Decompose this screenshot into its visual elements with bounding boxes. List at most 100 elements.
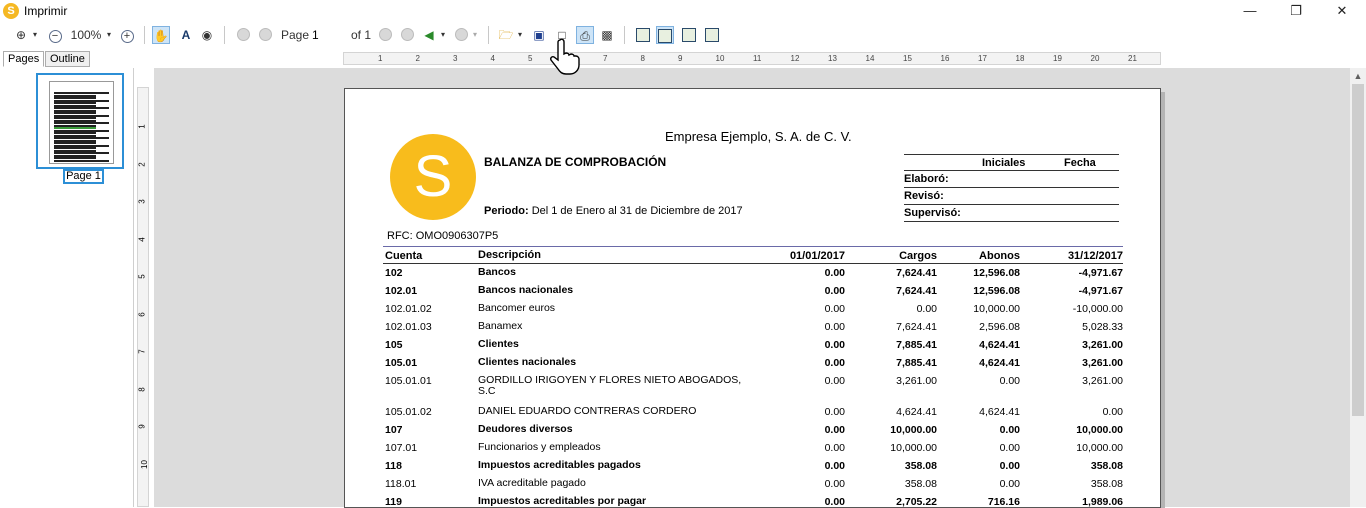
zoom-in-plus-icon[interactable]: + — [118, 26, 136, 44]
cell-cuenta: 118 — [385, 460, 402, 472]
cell-cargos: 7,624.41 — [896, 285, 937, 297]
cell-final-balance: 3,261.00 — [1082, 339, 1123, 351]
ruler-number: 6 — [137, 311, 147, 317]
ruler-number: 8 — [137, 386, 147, 392]
toolbar: ⊕ ▾ − 100% ▾ + ✋ A ◉ Page of 1 ◀ ▾ ▾ 🗁 ▾… — [0, 22, 1366, 48]
last-page-icon[interactable] — [398, 26, 416, 44]
signature-header-date: Fecha — [1064, 157, 1096, 169]
ruler-number: 19 — [1053, 54, 1062, 63]
hand-tool-icon[interactable]: ✋ — [152, 26, 170, 44]
cell-cuenta: 102 — [385, 267, 403, 279]
hand-cursor-icon — [550, 38, 580, 75]
ruler-number: 3 — [137, 199, 147, 204]
tab-outline[interactable]: Outline — [45, 51, 90, 67]
company-name: Empresa Ejemplo, S. A. de C. V. — [665, 129, 852, 144]
cell-abonos: 4,624.41 — [979, 339, 1020, 351]
scroll-thumb[interactable] — [1352, 84, 1364, 416]
go-back-icon[interactable]: ◀ — [420, 26, 438, 44]
go-forward-dropdown-icon[interactable]: ▾ — [470, 26, 480, 44]
signature-box: Iniciales Fecha Elaboró: Revisó: Supervi… — [904, 154, 1119, 222]
cell-initial-balance: 0.00 — [824, 303, 845, 315]
col-cuenta: Cuenta — [385, 250, 423, 262]
cell-final-balance: 0.00 — [1102, 406, 1123, 418]
cell-final-balance: 5,028.33 — [1082, 321, 1123, 333]
cell-initial-balance: 0.00 — [824, 478, 845, 490]
horizontal-ruler: 123456789101112131415161718192021 — [343, 52, 1161, 65]
find-binoculars-icon[interactable]: ◉ — [198, 26, 216, 44]
cell-cuenta: 105.01.02 — [385, 406, 432, 418]
ruler-number: 11 — [753, 54, 762, 63]
previous-page-icon[interactable] — [256, 26, 274, 44]
ruler-number: 2 — [137, 161, 147, 167]
cell-cargos: 7,885.41 — [896, 357, 937, 369]
cell-descripcion: Impuestos acreditables pagados — [478, 459, 641, 471]
ruler-number: 10 — [139, 459, 149, 469]
cell-abonos: 0.00 — [999, 460, 1020, 472]
cell-descripcion: GORDILLO IRIGOYEN Y FLORES NIETO ABOGADO… — [478, 374, 742, 397]
table-row: 102.01 Bancos nacionales 0.00 7,624.41 12,59… — [383, 282, 1123, 300]
single-page-view-icon[interactable] — [634, 26, 652, 44]
vertical-scrollbar[interactable]: ▲ — [1350, 68, 1366, 507]
cell-cargos: 7,624.41 — [896, 321, 937, 333]
next-page-icon[interactable] — [376, 26, 394, 44]
zoom-dropdown-arrow-icon[interactable]: ▾ — [30, 26, 40, 44]
ruler-number: 1 — [137, 124, 147, 129]
tab-pages[interactable]: Pages — [3, 51, 45, 67]
cell-cargos: 10,000.00 — [890, 442, 937, 454]
cell-abonos: 12,596.08 — [973, 285, 1020, 297]
cell-final-balance: -10,000.00 — [1072, 303, 1123, 315]
table-row: 118.01 IVA acreditable pagado 0.00 358.08 0.… — [383, 475, 1123, 493]
export-icon[interactable]: ▩ — [598, 26, 616, 44]
cell-cargos: 2,705.22 — [896, 496, 937, 508]
open-folder-icon[interactable]: 🗁 — [497, 26, 515, 44]
close-button[interactable]: ✕ — [1319, 0, 1365, 22]
toolbar-separator — [624, 26, 625, 44]
minimize-button[interactable]: — — [1227, 0, 1273, 22]
cell-cuenta: 102.01 — [385, 285, 418, 297]
zoom-out-icon[interactable]: − — [46, 26, 64, 44]
cell-initial-balance: 0.00 — [824, 285, 845, 297]
text-select-icon[interactable]: A — [177, 26, 195, 44]
rfc-label: RFC: OMO0906307P5 — [387, 230, 499, 242]
zoom-level[interactable]: 100% — [68, 26, 104, 44]
open-dropdown-icon[interactable]: ▾ — [515, 26, 525, 44]
zoom-in-icon[interactable]: ⊕ — [12, 26, 30, 44]
table-row: 119 Impuestos acreditables por pagar 0.00 2… — [383, 493, 1123, 508]
company-logo: S — [390, 134, 476, 220]
cell-cargos: 358.08 — [904, 478, 937, 490]
signature-label: Revisó: — [904, 190, 944, 202]
cell-cargos: 358.08 — [904, 460, 937, 472]
cell-descripcion: Bancos — [478, 266, 516, 278]
thumbnail-label: Page 1 — [63, 169, 104, 184]
signature-label: Supervisó: — [904, 207, 961, 219]
cell-final-balance: 1,989.06 — [1082, 496, 1123, 508]
table-row: 105.01.01 GORDILLO IRIGOYEN Y FLORES NIET… — [383, 372, 1123, 403]
continuous-view-icon[interactable] — [656, 26, 674, 44]
cell-abonos: 4,624.41 — [979, 357, 1020, 369]
ruler-number: 5 — [528, 54, 533, 63]
cell-initial-balance: 0.00 — [824, 357, 845, 369]
cell-final-balance: -4,971.67 — [1078, 285, 1123, 297]
ruler-number: 12 — [790, 54, 800, 63]
table-row: 102.01.03 Banamex 0.00 7,624.41 2,596.08 5,02… — [383, 318, 1123, 336]
cell-cuenta: 118.01 — [385, 478, 417, 490]
scroll-up-icon[interactable]: ▲ — [1350, 68, 1366, 84]
table-header: Cuenta Descripción 01/01/2017 Cargos Abo… — [383, 246, 1123, 264]
cell-initial-balance: 0.00 — [824, 406, 845, 418]
cell-abonos: 10,000.00 — [973, 303, 1020, 315]
zoom-level-dropdown-icon[interactable]: ▾ — [104, 26, 114, 44]
go-forward-icon[interactable] — [452, 26, 470, 44]
multi-page-view-icon[interactable] — [703, 26, 721, 44]
page-number-input[interactable] — [312, 26, 342, 44]
page-thumbnail[interactable] — [36, 73, 124, 169]
period-value: Del 1 de Enero al 31 de Diciembre de 201… — [531, 205, 743, 217]
first-page-icon[interactable] — [234, 26, 252, 44]
signature-row: Elaboró: — [904, 171, 1119, 188]
cell-abonos: 0.00 — [999, 375, 1020, 387]
ruler-number: 18 — [1015, 54, 1025, 63]
cell-initial-balance: 0.00 — [824, 375, 845, 387]
maximize-button[interactable]: ❐ — [1273, 0, 1319, 22]
two-page-view-icon[interactable] — [680, 26, 698, 44]
toolbar-separator — [144, 26, 145, 44]
go-back-dropdown-icon[interactable]: ▾ — [438, 26, 448, 44]
